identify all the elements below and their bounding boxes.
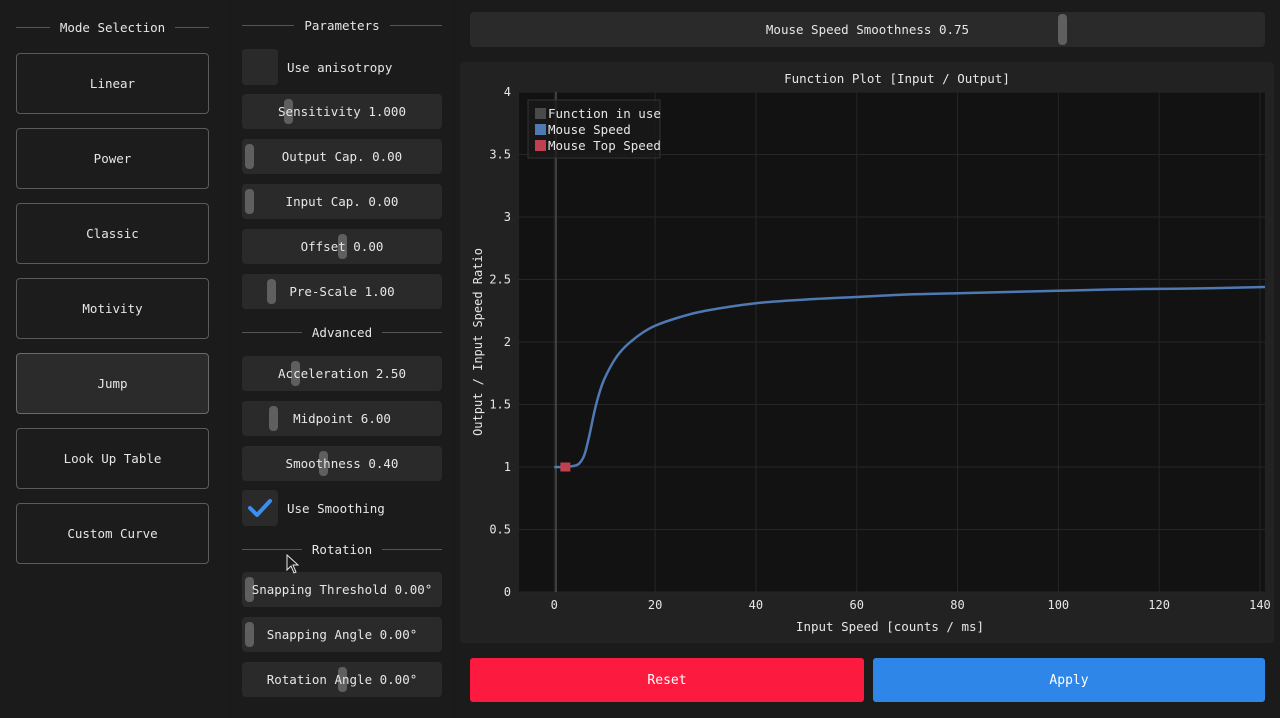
output-cap-label: Output Cap. 0.00 <box>281 149 403 164</box>
acceleration-label: Acceleration 2.50 <box>278 366 406 381</box>
sensitivity-label: Sensitivity 1.000 <box>278 104 406 119</box>
mode-button-linear[interactable]: Linear <box>16 53 209 114</box>
rotation-header: Rotation <box>242 542 442 557</box>
rotation-title: Rotation <box>311 542 373 557</box>
snapping-angle-slider[interactable]: Snapping Angle 0.00° <box>242 617 442 652</box>
output-cap-slider-thumb[interactable] <box>245 144 254 169</box>
x-tick-label: 60 <box>849 598 863 612</box>
legend-swatch-mouse-speed <box>535 124 546 135</box>
legend-swatch-function-in-use <box>535 108 546 119</box>
checkmark-icon <box>248 499 272 517</box>
mouse-speed-smoothness-slider-thumb[interactable] <box>1058 14 1067 45</box>
reset-button[interactable]: Reset <box>470 658 864 702</box>
midpoint-slider-thumb[interactable] <box>269 406 279 431</box>
sensitivity-slider[interactable]: Sensitivity 1.000 <box>242 94 442 129</box>
use-smoothing-row[interactable]: Use Smoothing <box>242 490 385 526</box>
snapping-angle-label: Snapping Angle 0.00° <box>266 627 418 642</box>
x-tick-label: 100 <box>1047 598 1069 612</box>
use-anisotropy-checkbox[interactable] <box>242 49 278 85</box>
y-tick-label: 3 <box>504 210 511 224</box>
x-tick-label: 40 <box>749 598 763 612</box>
x-axis-label: Input Speed [counts / ms] <box>796 619 984 634</box>
mode-button-look-up-table[interactable]: Look Up Table <box>16 428 209 489</box>
use-anisotropy-row[interactable]: Use anisotropy <box>242 49 392 85</box>
y-tick-label: 1 <box>504 460 511 474</box>
output-cap-slider[interactable]: Output Cap. 0.00 <box>242 139 442 174</box>
y-tick-label: 2.5 <box>489 273 511 287</box>
input-cap-slider[interactable]: Input Cap. 0.00 <box>242 184 442 219</box>
mouse-speed-smoothness-label: Mouse Speed Smoothness 0.75 <box>765 22 970 37</box>
mode-selection-header: Mode Selection <box>16 20 210 35</box>
snapping-threshold-label: Snapping Threshold 0.00° <box>251 582 433 597</box>
y-tick-label: 1.5 <box>489 398 511 412</box>
function-plot[interactable]: 0 0.5 1 1.5 2 2.5 3 3.5 4 0 20 40 60 80 100 120 140 Fun… <box>460 62 1274 643</box>
y-tick-label: 2 <box>504 335 511 349</box>
legend-function-in-use: Function in use <box>548 106 661 121</box>
rotation-angle-label: Rotation Angle 0.00° <box>266 672 418 687</box>
mouse-cursor-icon <box>286 554 300 574</box>
pre-scale-label: Pre-Scale 1.00 <box>289 284 395 299</box>
offset-label: Offset 0.00 <box>300 239 384 254</box>
use-smoothing-checkbox[interactable] <box>242 490 278 526</box>
function-plot-svg[interactable]: 0 0.5 1 1.5 2 2.5 3 3.5 4 0 20 40 60 80 100 120 140 Fun… <box>460 62 1274 643</box>
advanced-title: Advanced <box>311 325 373 340</box>
snapping-angle-slider-thumb[interactable] <box>245 622 254 647</box>
pre-scale-slider-thumb[interactable] <box>267 279 277 304</box>
legend-mouse-top-speed: Mouse Top Speed <box>548 138 661 153</box>
snapping-threshold-slider[interactable]: Snapping Threshold 0.00° <box>242 572 442 607</box>
y-tick-label: 0.5 <box>489 523 511 537</box>
legend-swatch-mouse-top-speed <box>535 140 546 151</box>
smoothness-label: Smoothness 0.40 <box>285 456 399 471</box>
x-tick-label: 20 <box>648 598 662 612</box>
plot-title: Function Plot [Input / Output] <box>784 71 1010 86</box>
mode-button-motivity[interactable]: Motivity <box>16 278 209 339</box>
legend-mouse-speed: Mouse Speed <box>548 122 631 137</box>
mode-selection-title: Mode Selection <box>59 20 166 35</box>
midpoint-slider[interactable]: Midpoint 6.00 <box>242 401 442 436</box>
x-tick-label: 140 <box>1249 598 1271 612</box>
x-tick-label: 120 <box>1148 598 1170 612</box>
smoothness-slider[interactable]: Smoothness 0.40 <box>242 446 442 481</box>
y-tick-label: 4 <box>504 85 511 99</box>
pre-scale-slider[interactable]: Pre-Scale 1.00 <box>242 274 442 309</box>
offset-slider[interactable]: Offset 0.00 <box>242 229 442 264</box>
parameters-header: Parameters <box>242 18 443 33</box>
acceleration-slider[interactable]: Acceleration 2.50 <box>242 356 442 391</box>
mode-button-power[interactable]: Power <box>16 128 209 189</box>
y-tick-labels: 0 0.5 1 1.5 2 2.5 3 3.5 4 <box>489 85 511 599</box>
x-tick-label: 80 <box>950 598 964 612</box>
mode-button-classic[interactable]: Classic <box>16 203 209 264</box>
plot-legend: Function in use Mouse Speed Mouse Top Sp… <box>527 99 661 159</box>
apply-button[interactable]: Apply <box>873 658 1265 702</box>
input-cap-label: Input Cap. 0.00 <box>285 194 399 209</box>
y-axis-label: Output / Input Speed Ratio <box>471 248 485 436</box>
x-tick-label: 0 <box>551 598 558 612</box>
mouse-top-speed-marker <box>560 462 571 472</box>
midpoint-label: Midpoint 6.00 <box>293 411 391 426</box>
mode-button-custom-curve[interactable]: Custom Curve <box>16 503 209 564</box>
input-cap-slider-thumb[interactable] <box>245 189 254 214</box>
use-smoothing-label: Use Smoothing <box>287 500 385 516</box>
parameters-title: Parameters <box>304 18 380 33</box>
rotation-angle-slider[interactable]: Rotation Angle 0.00° <box>242 662 442 697</box>
use-anisotropy-label: Use anisotropy <box>287 59 393 75</box>
advanced-header: Advanced <box>242 325 442 340</box>
y-tick-label: 0 <box>504 585 511 599</box>
x-tick-labels: 0 20 40 60 80 100 120 140 <box>551 598 1271 612</box>
y-tick-label: 3.5 <box>489 148 511 162</box>
mode-button-jump[interactable]: Jump <box>16 353 209 414</box>
mouse-speed-smoothness-slider[interactable]: Mouse Speed Smoothness 0.75 <box>470 12 1265 47</box>
